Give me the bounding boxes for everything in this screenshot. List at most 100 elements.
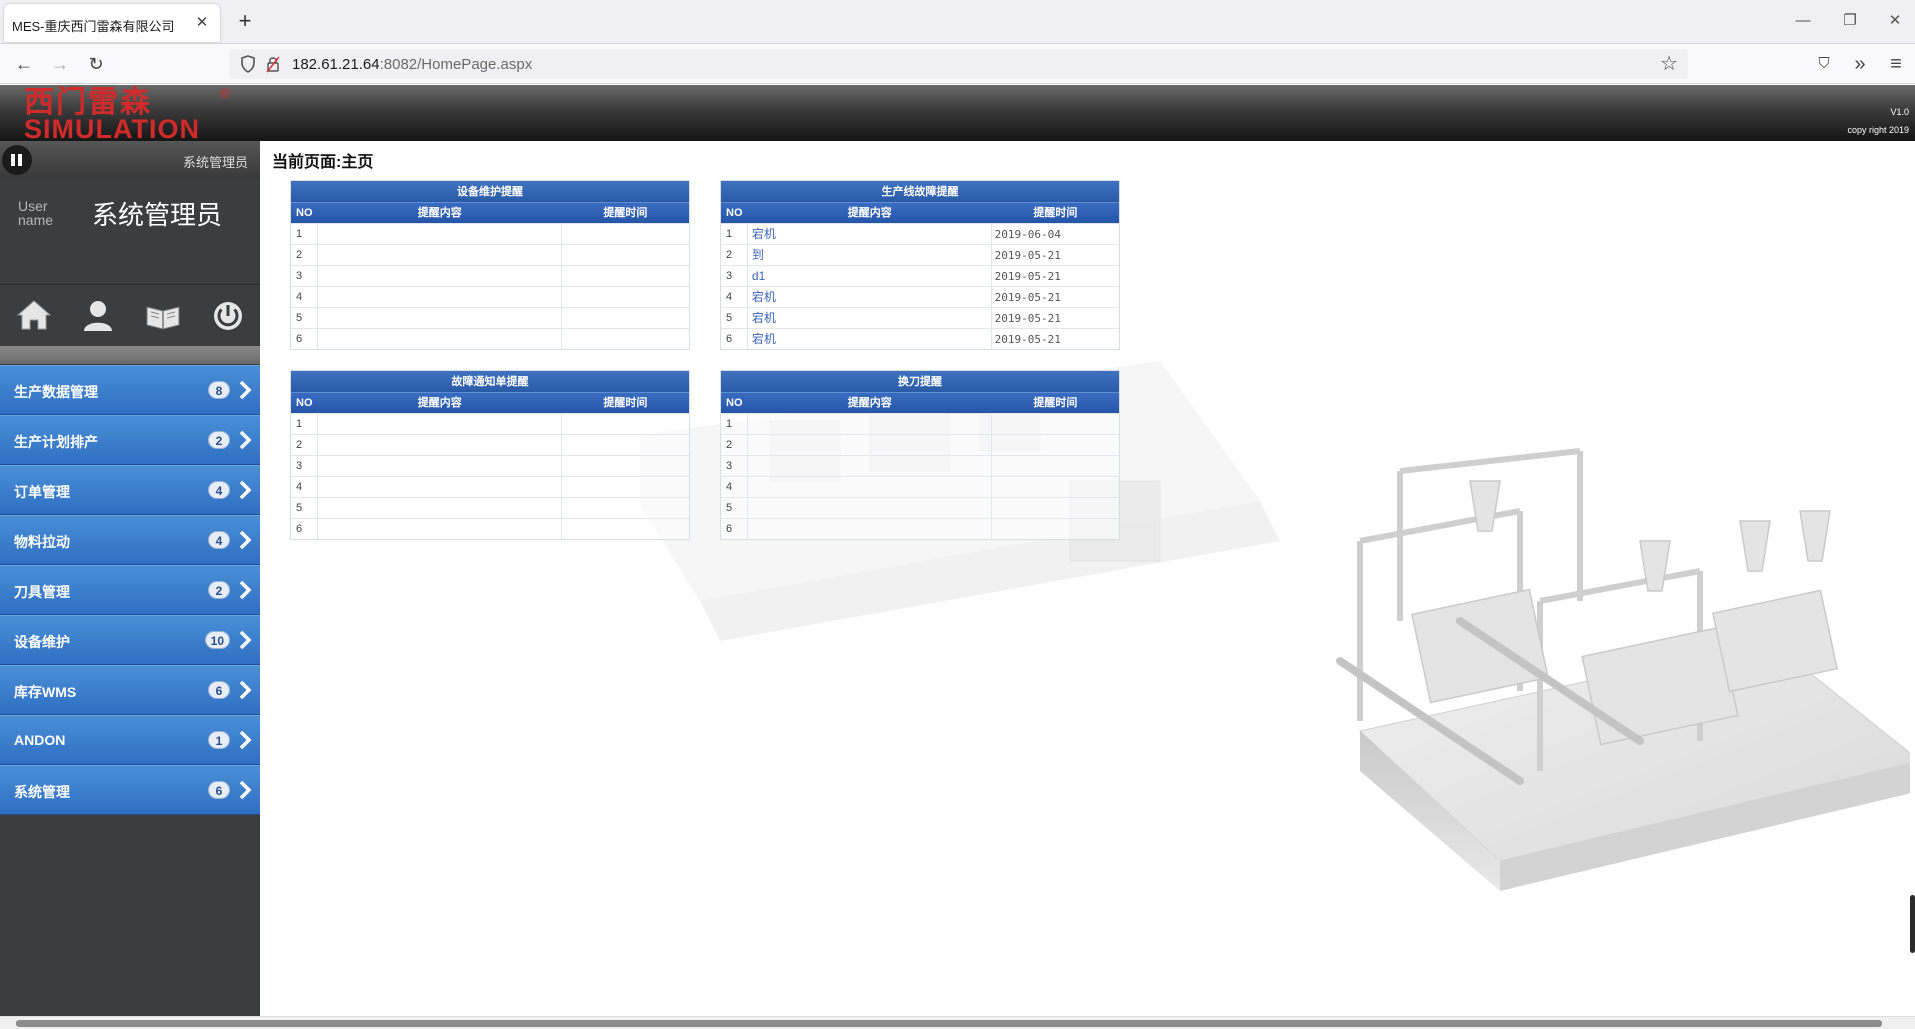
line-fault-reminder-panel: 生产线故障提醒 NO 提醒内容 提醒时间 1 宕机 2019-06-04 2 到 201… bbox=[720, 180, 1120, 350]
row-no: 2 bbox=[721, 435, 748, 455]
row-no: 6 bbox=[721, 519, 748, 539]
row-content-link[interactable]: 到 bbox=[748, 245, 992, 265]
shield-icon[interactable] bbox=[240, 55, 256, 73]
sidebar: 系统管理员 User name 系统管理员 生产数据管理 8 生产计划排产 2 … bbox=[0, 141, 260, 1016]
row-no: 4 bbox=[291, 477, 318, 497]
browser-tab[interactable]: MES-重庆西门雷森有限公司 ✕ bbox=[4, 4, 220, 42]
sidebar-top-bar: 系统管理员 bbox=[0, 141, 260, 178]
bookmark-star-icon[interactable]: ☆ bbox=[1660, 51, 1678, 76]
row-time bbox=[562, 414, 689, 434]
table-header: NO 提醒内容 提醒时间 bbox=[291, 393, 689, 413]
new-tab-button[interactable]: + bbox=[232, 8, 258, 34]
sidebar-item-wms[interactable]: 库存WMS 6 bbox=[0, 665, 260, 715]
table-row: 3 bbox=[721, 455, 1119, 476]
user-icon[interactable] bbox=[78, 295, 118, 335]
row-time bbox=[562, 477, 689, 497]
row-content bbox=[748, 435, 992, 455]
chevron-right-icon bbox=[239, 630, 252, 650]
back-button[interactable]: ← bbox=[10, 50, 38, 78]
window-close-button[interactable]: ✕ bbox=[1875, 8, 1915, 34]
table-row: 1 宕机 2019-06-04 bbox=[721, 223, 1119, 244]
equipment-maintenance-reminder-panel: 设备维护提醒 NO 提醒内容 提醒时间 1 2 3 4 5 6 bbox=[290, 180, 690, 350]
column-header-content: 提醒内容 bbox=[847, 397, 892, 409]
sidebar-item-tools[interactable]: 刀具管理 2 bbox=[0, 565, 260, 615]
row-content-link[interactable]: 宕机 bbox=[748, 308, 992, 328]
vertical-scrollbar-thumb[interactable] bbox=[1910, 895, 1915, 953]
user-info: User name 系统管理员 bbox=[0, 178, 260, 284]
reload-button[interactable]: ↻ bbox=[82, 50, 110, 78]
row-content-link[interactable]: 宕机 bbox=[748, 329, 992, 349]
sidebar-item-production-data[interactable]: 生产数据管理 8 bbox=[0, 365, 260, 415]
row-content bbox=[318, 224, 562, 244]
overflow-menu-icon[interactable]: » bbox=[1846, 50, 1874, 78]
panel-title: 生产线故障提醒 bbox=[721, 181, 1119, 203]
sidebar-separator bbox=[0, 346, 260, 364]
chevron-right-icon bbox=[239, 530, 252, 550]
table-row: 4 bbox=[721, 476, 1119, 497]
home-icon[interactable] bbox=[14, 295, 54, 335]
url-text[interactable]: 182.61.21.64:8082/HomePage.aspx bbox=[292, 56, 532, 73]
row-no: 4 bbox=[291, 287, 318, 307]
pocket-icon[interactable]: ⛉ bbox=[1810, 50, 1838, 78]
book-icon[interactable] bbox=[143, 295, 183, 335]
table-row: 4 bbox=[291, 476, 689, 497]
sidebar-item-andon[interactable]: ANDON 1 bbox=[0, 715, 260, 765]
sidebar-item-orders[interactable]: 订单管理 4 bbox=[0, 465, 260, 515]
url-host: 182.61.21.64 bbox=[292, 56, 380, 73]
row-content bbox=[748, 414, 992, 434]
table-row: 3 bbox=[291, 265, 689, 286]
sidebar-item-system-management[interactable]: 系统管理 6 bbox=[0, 765, 260, 815]
user-name-label: User name bbox=[18, 198, 54, 228]
row-no: 1 bbox=[721, 224, 748, 244]
row-content-link[interactable]: 宕机 bbox=[748, 224, 992, 244]
restore-button[interactable]: ❐ bbox=[1830, 8, 1870, 34]
tab-close-icon[interactable]: ✕ bbox=[192, 13, 212, 33]
app-menu-icon[interactable]: ≡ bbox=[1882, 50, 1910, 78]
row-content-link[interactable]: d1 bbox=[748, 266, 992, 286]
row-time: 2019-05-21 bbox=[994, 270, 1061, 283]
power-icon[interactable] bbox=[208, 295, 248, 335]
chevron-right-icon bbox=[239, 680, 252, 700]
sidebar-item-label: ANDON bbox=[14, 732, 66, 748]
page-title: 当前页面:主页 bbox=[272, 154, 374, 171]
panel-title: 设备维护提醒 bbox=[291, 181, 689, 203]
url-bar[interactable]: 182.61.21.64:8082/HomePage.aspx ☆ bbox=[230, 49, 1688, 79]
sidebar-item-label: 刀具管理 bbox=[14, 584, 70, 600]
table-row: 5 宕机 2019-05-21 bbox=[721, 307, 1119, 328]
table-row: 6 bbox=[291, 328, 689, 349]
row-time bbox=[562, 308, 689, 328]
row-content-link[interactable]: 宕机 bbox=[748, 287, 992, 307]
sidebar-item-label: 库存WMS bbox=[14, 684, 77, 700]
forward-button[interactable]: → bbox=[46, 50, 74, 78]
url-path: :8082/HomePage.aspx bbox=[379, 56, 533, 73]
minimize-button[interactable]: — bbox=[1783, 8, 1823, 34]
sidebar-item-material-pull[interactable]: 物料拉动 4 bbox=[0, 515, 260, 565]
row-time bbox=[562, 519, 689, 539]
horizontal-scrollbar-thumb[interactable] bbox=[16, 1020, 1882, 1027]
table-header: NO 提醒内容 提醒时间 bbox=[721, 393, 1119, 413]
row-no: 2 bbox=[291, 435, 318, 455]
row-content bbox=[318, 287, 562, 307]
lock-icon[interactable] bbox=[266, 55, 280, 73]
sidebar-item-count-badge: 8 bbox=[208, 381, 230, 399]
row-time bbox=[992, 519, 1119, 539]
table-header: NO 提醒内容 提醒时间 bbox=[721, 203, 1119, 223]
row-time bbox=[562, 498, 689, 518]
row-content bbox=[748, 477, 992, 497]
table-row: 1 bbox=[291, 223, 689, 244]
sidebar-item-label: 物料拉动 bbox=[14, 534, 70, 550]
row-no: 2 bbox=[291, 245, 318, 265]
row-no: 1 bbox=[291, 414, 318, 434]
sidebar-item-production-planning[interactable]: 生产计划排产 2 bbox=[0, 415, 260, 465]
table-row: 6 bbox=[721, 518, 1119, 539]
sidebar-toggle-button[interactable] bbox=[2, 145, 32, 175]
row-no: 3 bbox=[721, 266, 748, 286]
horizontal-scrollbar[interactable] bbox=[0, 1016, 1915, 1029]
logo-en-text: SIMULATION bbox=[24, 114, 200, 144]
browser-nav-bar: ← → ↻ 182.61.21.64:8082/HomePage.aspx ☆ … bbox=[0, 44, 1915, 84]
row-content bbox=[318, 456, 562, 476]
row-content bbox=[318, 329, 562, 349]
table-row: 2 bbox=[291, 244, 689, 265]
row-content bbox=[318, 308, 562, 328]
sidebar-item-equipment-maintenance[interactable]: 设备维护 10 bbox=[0, 615, 260, 665]
